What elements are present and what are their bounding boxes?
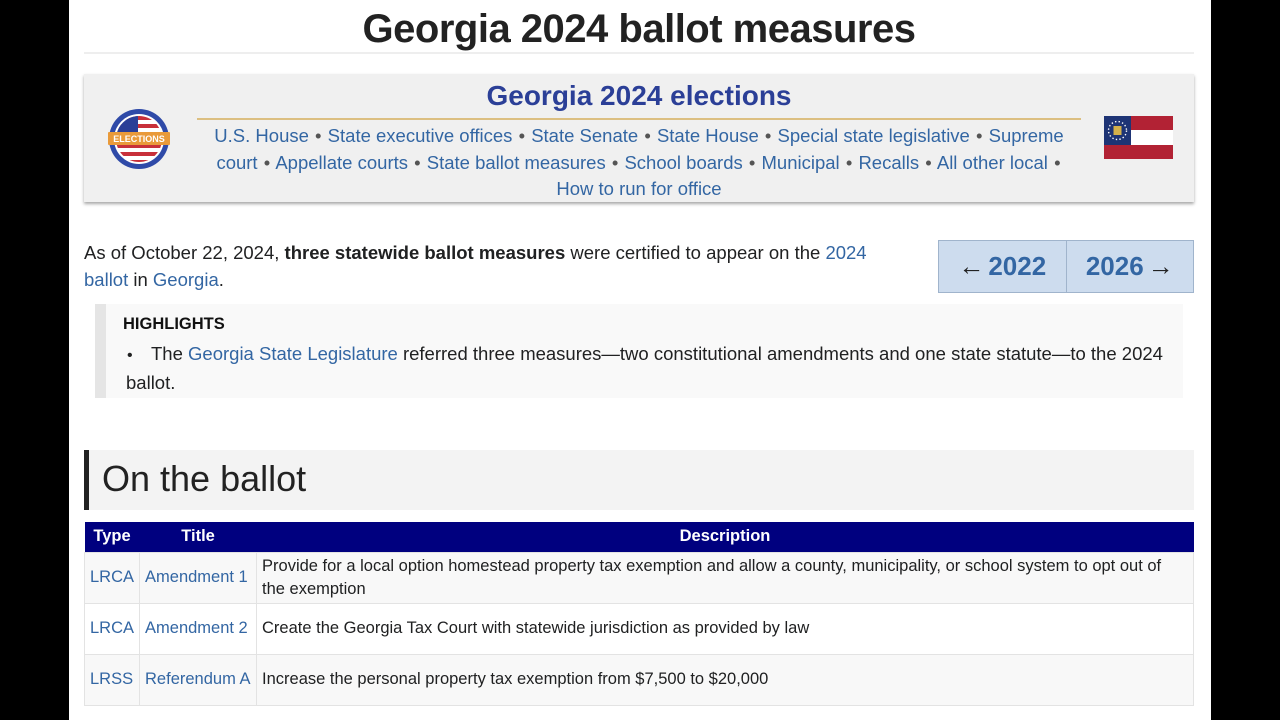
bullet-icon: • (127, 347, 133, 364)
nav-divider (197, 118, 1081, 120)
cell-type-link[interactable]: LRSS (83, 653, 141, 706)
intro-paragraph: As of October 22, 2024, three statewide … (84, 242, 867, 290)
nav-heading: Georgia 2024 elections (486, 80, 792, 111)
cell-type-link[interactable]: LRCA (83, 551, 141, 604)
nav-link-all-other-local[interactable]: All other local (937, 152, 1048, 173)
table-header-row: Type Title Description (84, 522, 1194, 552)
nav-separator: • (644, 125, 651, 146)
cell-description: Increase the personal property tax exemp… (256, 653, 1194, 706)
nav-link-state-house[interactable]: State House (657, 125, 759, 146)
year-navigation: ← 2022 2026 → (938, 240, 1194, 293)
nav-link-appellate-courts[interactable]: Appellate courts (275, 152, 408, 173)
prev-year-label: 2022 (988, 251, 1047, 281)
table-row: LRCA Amendment 1 Provide for a local opt… (83, 551, 1194, 604)
section-title: On the ballot (102, 458, 307, 499)
header-title[interactable]: Title (139, 522, 257, 552)
cell-title-link[interactable]: Amendment 1 (139, 551, 258, 604)
cell-description: Create the Georgia Tax Court with statew… (256, 602, 1194, 655)
highlights-item: • The Georgia State Legislature referred … (126, 343, 1163, 393)
nav-link-u-s-house[interactable]: U.S. House (214, 125, 309, 146)
right-arrow-icon: → (1147, 251, 1174, 281)
prev-year-button[interactable]: ← 2022 (939, 241, 1066, 292)
highlights-heading: HIGHLIGHTS (123, 315, 225, 333)
nav-separator: • (611, 151, 619, 173)
nav-separator: • (764, 125, 772, 146)
nav-link-recalls[interactable]: Recalls (858, 152, 919, 173)
nav-separator: • (1054, 151, 1061, 173)
intro-bold: three statewide ballot measures (284, 242, 566, 263)
nav-separator: • (414, 151, 421, 173)
nav-separator: • (845, 151, 853, 173)
ballot-measures-table: Type Title Description LRCA Amendment 1 … (83, 522, 1194, 706)
next-year-button[interactable]: 2026 → (1065, 241, 1194, 292)
nav-separator: • (976, 125, 983, 146)
left-arrow-icon: ← (958, 251, 985, 281)
nav-link-school-boards[interactable]: School boards (624, 152, 742, 173)
nav-link-municipal[interactable]: Municipal (762, 152, 840, 173)
nav-link-state-senate[interactable]: State Senate (531, 125, 638, 146)
nav-separator: • (263, 151, 271, 173)
page: Georgia 2024 ballot measures ELECTIONS G… (69, 0, 1211, 720)
highlights-box: HIGHLIGHTS • The Georgia State Legislatur… (95, 304, 1183, 398)
table-row: LRCA Amendment 2 Create the Georgia Tax … (83, 602, 1194, 655)
cell-title-link[interactable]: Amendment 2 (139, 602, 258, 655)
nav-links: U.S. House • State executive offices • S… (197, 123, 1081, 203)
georgia-flag-icon (1104, 116, 1173, 159)
nav-link-state-ballot-measures[interactable]: State ballot measures (427, 152, 606, 173)
nav-separator: • (315, 125, 322, 146)
svg-text:ELECTIONS: ELECTIONS (113, 134, 165, 144)
nav-link-how-to-run-for-office[interactable]: How to run for office (556, 178, 721, 199)
section-heading-on-the-ballot: On the ballot (84, 450, 1194, 510)
header-type[interactable]: Type (84, 522, 140, 552)
cell-title-link[interactable]: Referendum A (139, 653, 258, 706)
elections-logo-icon: ELECTIONS (108, 109, 170, 169)
cell-description: Provide for a local option homestead pro… (256, 551, 1194, 604)
nav-link-special-state-legislative[interactable]: Special state legislative (778, 125, 970, 146)
elections-nav-box: ELECTIONS Georgia 2024 elections U.S. Ho… (84, 74, 1194, 202)
next-year-label: 2026 (1085, 251, 1144, 281)
header-description[interactable]: Description (256, 522, 1194, 552)
nav-separator: • (925, 151, 932, 173)
nav-link-state-executive-offices[interactable]: State executive offices (328, 125, 513, 146)
nav-separator: • (518, 125, 526, 146)
page-title: Georgia 2024 ballot measures (84, 4, 1194, 54)
link-georgia-state-legislature[interactable]: Georgia State Legislature (188, 343, 398, 364)
nav-separator: • (748, 151, 756, 173)
cell-type-link[interactable]: LRCA (83, 602, 141, 655)
link-georgia[interactable]: Georgia (153, 269, 219, 290)
table-row: LRSS Referendum A Increase the personal … (83, 653, 1194, 706)
